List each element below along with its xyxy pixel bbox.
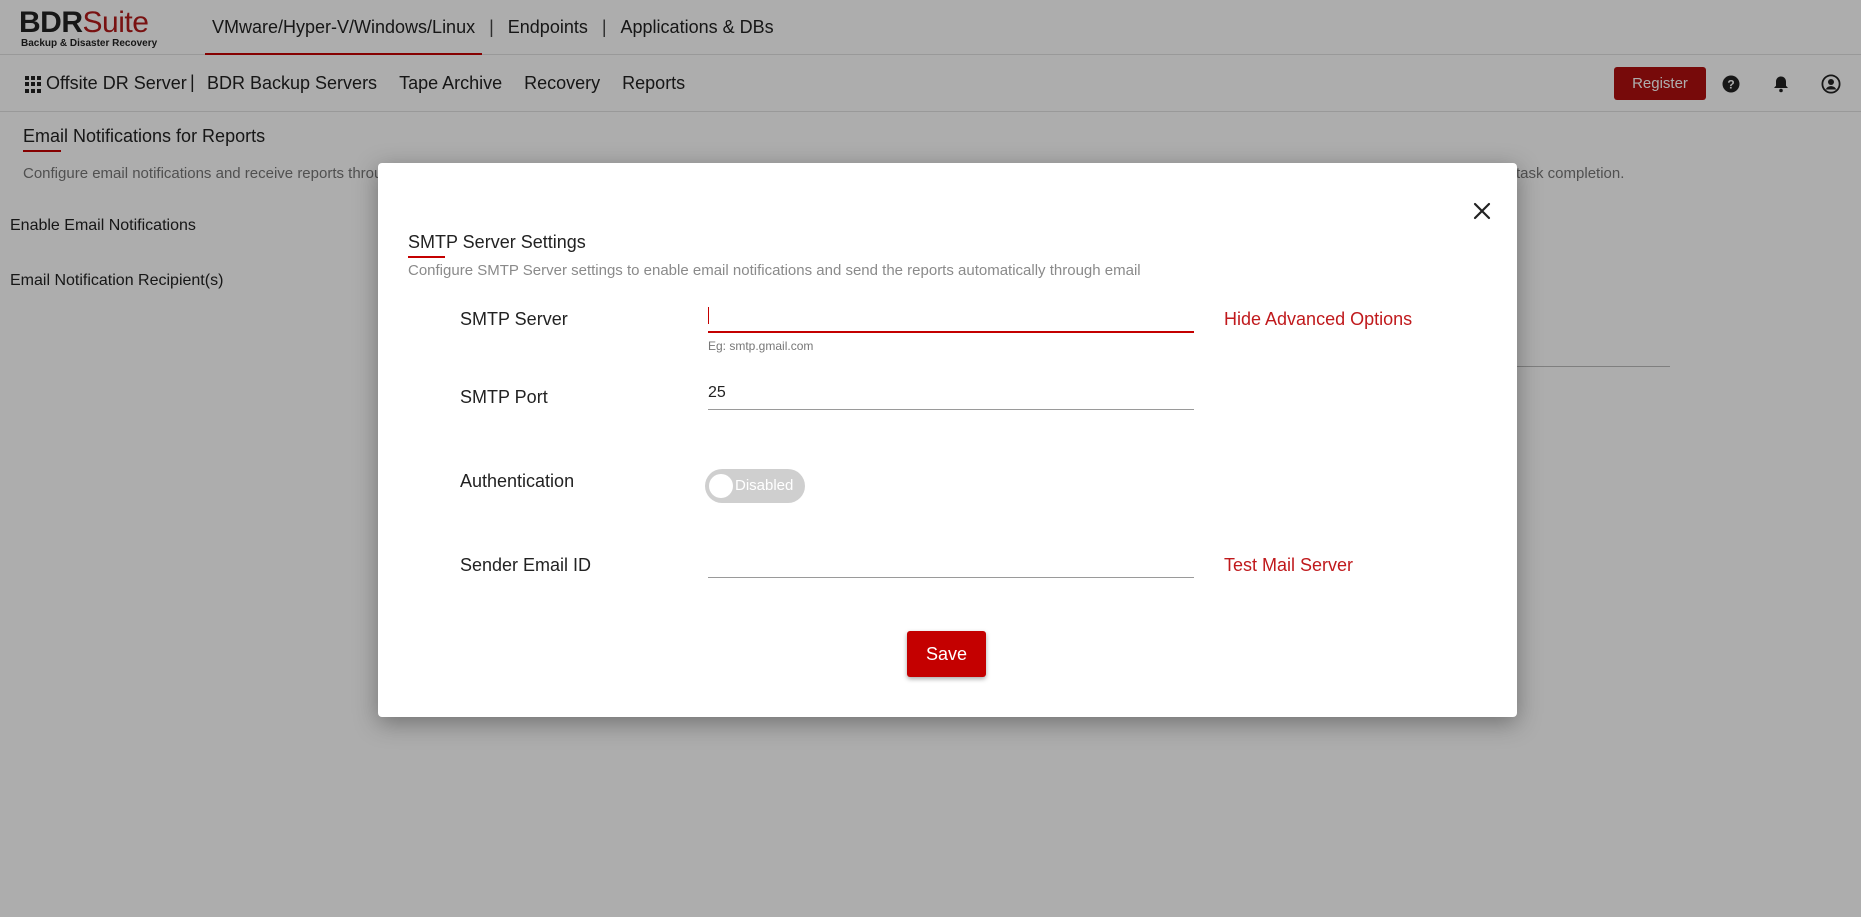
close-icon[interactable] — [1468, 197, 1496, 225]
sender-email-label: Sender Email ID — [460, 555, 592, 575]
sender-email-input[interactable] — [708, 544, 1194, 578]
authentication-toggle[interactable]: Disabled — [705, 469, 805, 503]
smtp-port-label: SMTP Port — [460, 387, 548, 407]
text-cursor — [708, 307, 709, 324]
dialog-title: SMTP Server Settings — [408, 232, 586, 252]
toggle-state-label: Disabled — [735, 477, 794, 494]
dialog-description: Configure SMTP Server settings to enable… — [408, 262, 1141, 279]
test-mail-server-link[interactable]: Test Mail Server — [1224, 555, 1353, 576]
smtp-server-label: SMTP Server — [460, 309, 568, 329]
save-button[interactable]: Save — [907, 631, 986, 677]
smtp-server-hint: Eg: smtp.gmail.com — [708, 339, 814, 353]
authentication-label: Authentication — [460, 471, 575, 491]
toggle-knob — [709, 474, 733, 498]
smtp-port-input[interactable] — [708, 376, 1194, 410]
smtp-settings-dialog: SMTP Server Settings Configure SMTP Serv… — [378, 163, 1517, 717]
hide-advanced-options-link[interactable]: Hide Advanced Options — [1224, 309, 1412, 330]
dialog-title-underline — [408, 256, 445, 258]
smtp-server-input[interactable] — [708, 299, 1194, 333]
